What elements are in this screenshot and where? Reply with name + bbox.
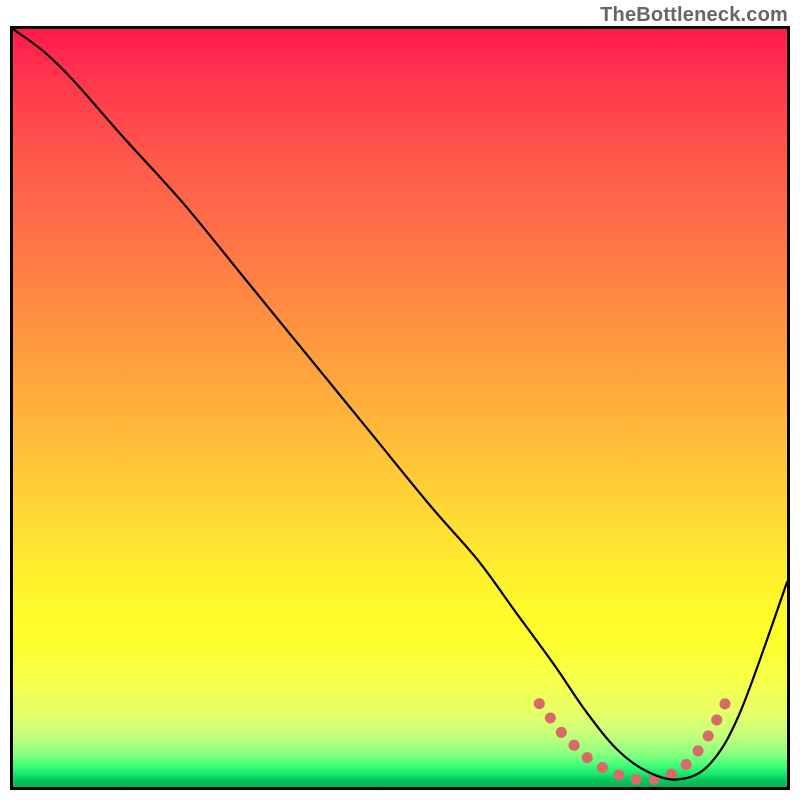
curve-layer	[13, 29, 787, 787]
watermark-text: TheBottleneck.com	[600, 4, 788, 27]
chart-stage: TheBottleneck.com	[0, 0, 800, 800]
highlight-dots	[539, 704, 725, 780]
plot-frame	[10, 26, 790, 790]
bottleneck-curve-line	[13, 29, 787, 780]
